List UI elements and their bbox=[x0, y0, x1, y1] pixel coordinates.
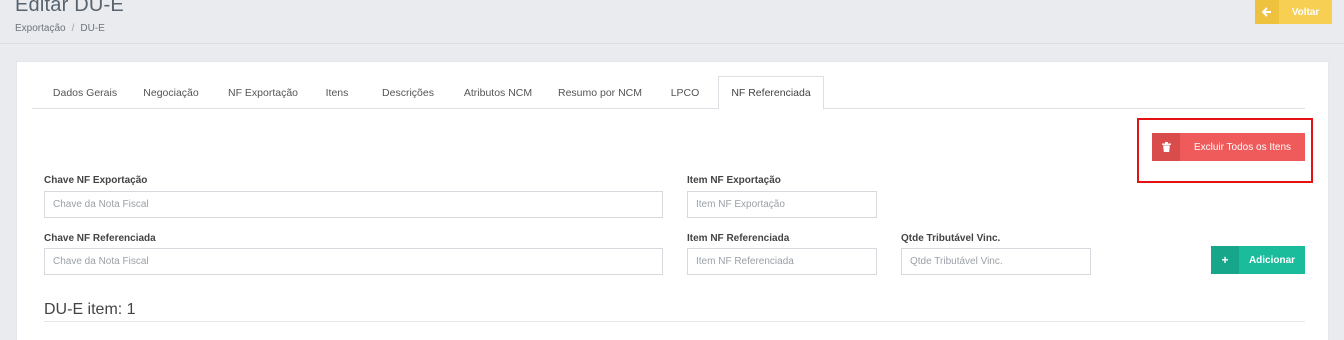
chave-nf-exportacao-input[interactable] bbox=[44, 191, 663, 218]
breadcrumb-separator: / bbox=[71, 23, 75, 34]
tab-bar: Dados Gerais Negociação NF Exportação It… bbox=[32, 76, 1305, 110]
chave-nf-exportacao-label: Chave NF Exportação bbox=[44, 175, 148, 186]
item-nf-exportacao-input[interactable] bbox=[687, 191, 877, 218]
breadcrumb: Exportação / DU-E bbox=[15, 23, 105, 34]
tab-descricoes[interactable]: Descrições bbox=[369, 76, 447, 109]
back-button-label: Voltar bbox=[1291, 6, 1320, 18]
add-button-label: Adicionar bbox=[1248, 254, 1296, 266]
content-card: Dados Gerais Negociação NF Exportação It… bbox=[16, 61, 1329, 340]
tab-negociacao[interactable]: Negociação bbox=[135, 76, 207, 109]
tab-dados-gerais[interactable]: Dados Gerais bbox=[46, 76, 124, 109]
breadcrumb-item-exportacao[interactable]: Exportação bbox=[15, 23, 66, 34]
tab-itens[interactable]: Itens bbox=[316, 76, 358, 109]
tab-nf-referenciada[interactable]: NF Referenciada bbox=[718, 76, 824, 110]
page-header: Editar DU-E Exportação / DU-E Voltar bbox=[0, 0, 1344, 44]
qtde-tributavel-input[interactable] bbox=[901, 248, 1091, 275]
tab-atributos-ncm[interactable]: Atributos NCM bbox=[452, 76, 544, 109]
back-button[interactable]: Voltar bbox=[1255, 0, 1332, 24]
qtde-tributavel-label: Qtde Tributável Vinc. bbox=[901, 233, 1001, 244]
arrow-left-icon bbox=[1255, 0, 1279, 24]
plus-icon: + bbox=[1211, 246, 1239, 274]
breadcrumb-item-due: DU-E bbox=[80, 23, 105, 34]
highlight-annotation bbox=[1137, 118, 1313, 183]
section-divider bbox=[44, 321, 1305, 322]
item-nf-referenciada-label: Item NF Referenciada bbox=[687, 233, 790, 244]
tab-nf-exportacao[interactable]: NF Exportação bbox=[220, 76, 306, 109]
chave-nf-referenciada-label: Chave NF Referenciada bbox=[44, 233, 156, 244]
item-nf-referenciada-input[interactable] bbox=[687, 248, 877, 275]
item-nf-exportacao-label: Item NF Exportação bbox=[687, 175, 781, 186]
tab-resumo-por-ncm[interactable]: Resumo por NCM bbox=[550, 76, 650, 109]
chave-nf-referenciada-input[interactable] bbox=[44, 248, 663, 275]
section-title: DU-E item: 1 bbox=[44, 301, 136, 318]
page-title: Editar DU-E bbox=[15, 0, 124, 16]
tab-lpco[interactable]: LPCO bbox=[660, 76, 710, 109]
add-button[interactable]: + Adicionar bbox=[1211, 246, 1305, 274]
